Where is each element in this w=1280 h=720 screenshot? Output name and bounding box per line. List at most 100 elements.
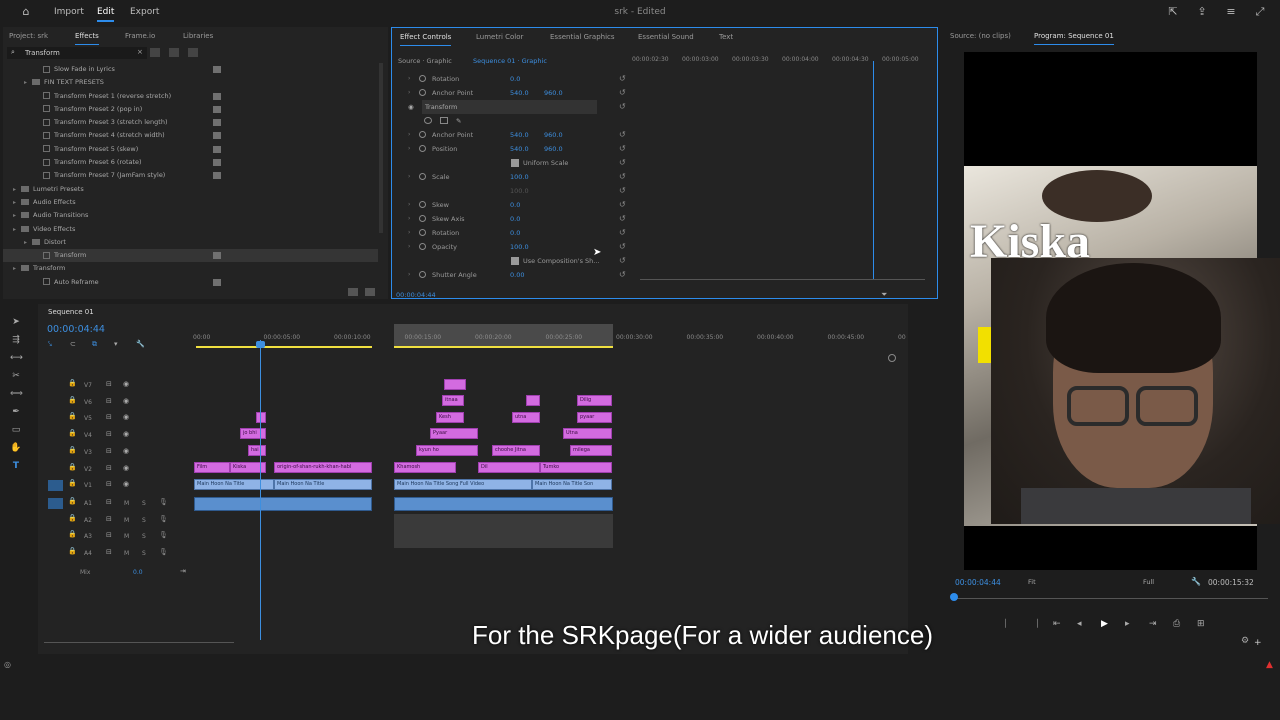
reset-icon[interactable]: ↺	[619, 86, 626, 100]
property-value[interactable]: Use Composition's Sh...	[523, 254, 600, 268]
reset-icon[interactable]: ↺	[619, 198, 626, 212]
expand-arrow-icon[interactable]: ›	[408, 170, 410, 184]
reset-icon[interactable]: ↺	[619, 128, 626, 142]
property-value-2[interactable]: 960.0	[544, 142, 563, 156]
property-value[interactable]: 0.00	[510, 268, 524, 282]
ec-property-row[interactable]: › Scale 100.0 ↺	[392, 170, 632, 184]
tab-effects[interactable]: Effects	[75, 32, 99, 45]
tree-item[interactable]: Auto Reframe	[3, 276, 378, 289]
step-back-icon[interactable]: ◂	[1077, 619, 1082, 629]
pen-mask-icon[interactable]: ✎	[456, 114, 461, 128]
program-playhead[interactable]	[950, 593, 958, 601]
timeline-clip[interactable]: Tumko	[540, 462, 612, 473]
menu-icon[interactable]: ≡	[1225, 6, 1237, 18]
ec-property-row[interactable]: Uniform Scale ↺	[392, 156, 632, 170]
reset-icon[interactable]: ↺	[619, 184, 626, 198]
ec-property-row[interactable]: ◉ Transform ↺	[392, 100, 632, 114]
timeline-clip[interactable]: Dilig	[577, 395, 612, 406]
add-button-icon[interactable]: +	[1254, 638, 1262, 648]
tree-item[interactable]: ▸ Audio Transitions	[3, 209, 378, 222]
program-scrub-bar[interactable]	[953, 598, 1268, 606]
timeline-clip[interactable]: Film	[194, 462, 230, 473]
tab-effect-controls[interactable]: Effect Controls	[400, 33, 452, 46]
rectangle-tool-icon[interactable]: ▭	[10, 424, 22, 436]
track-select-icon[interactable]: ⇶	[10, 334, 22, 346]
stopwatch-icon[interactable]	[419, 89, 426, 96]
scrollbar[interactable]	[379, 63, 383, 233]
property-value[interactable]: 100.0	[510, 184, 529, 198]
timeline-clip[interactable]	[194, 497, 372, 511]
rect-mask-icon[interactable]	[440, 117, 448, 124]
trash-icon[interactable]	[365, 288, 375, 296]
visibility-icon[interactable]: ◉	[408, 100, 414, 114]
timeline-clip[interactable]: Main Hoon Na Title	[194, 479, 274, 490]
expand-arrow-icon[interactable]: ›	[408, 268, 410, 282]
settings-icon[interactable]: ⚙	[1241, 636, 1249, 646]
mark-out-icon[interactable]: ⎹	[1029, 619, 1038, 629]
clear-search-icon[interactable]: ×	[137, 48, 143, 56]
property-value[interactable]: 0.0	[510, 212, 520, 226]
quality-dropdown[interactable]: Full	[1143, 578, 1154, 586]
ellipse-mask-icon[interactable]	[424, 117, 432, 124]
tab-source[interactable]: Source: (no clips)	[950, 32, 1011, 40]
reset-icon[interactable]: ↺	[619, 212, 626, 226]
timeline-clip[interactable]: itnaa	[442, 395, 464, 406]
expand-arrow-icon[interactable]: ›	[408, 86, 410, 100]
selection-tool-icon[interactable]: ➤	[10, 316, 22, 328]
accelerated-filter-icon[interactable]	[150, 48, 160, 57]
timeline-clip[interactable]: Main Hoon Na Title Son	[532, 479, 612, 490]
go-to-out-icon[interactable]: ⇥	[1149, 619, 1157, 629]
button-editor-icon[interactable]: ⊞	[1197, 619, 1205, 629]
tree-item[interactable]: ▸ Video Effects	[3, 223, 378, 236]
ec-property-row[interactable]: › Rotation 0.0 ↺	[392, 72, 632, 86]
ec-playhead[interactable]	[873, 61, 874, 279]
reset-icon[interactable]: ↺	[619, 170, 626, 184]
property-value[interactable]: 0.0	[510, 226, 520, 240]
reset-icon[interactable]: ↺	[619, 156, 626, 170]
timeline-clip[interactable]	[444, 379, 466, 390]
export-frame-icon[interactable]: ⎙	[1173, 619, 1180, 629]
timeline-clip[interactable]: Dil	[478, 462, 540, 473]
ec-property-row[interactable]: ✎	[392, 114, 632, 128]
tab-frameio[interactable]: Frame.io	[125, 32, 155, 40]
filter-icon[interactable]: ⏷	[881, 290, 887, 300]
reset-icon[interactable]: ↺	[619, 226, 626, 240]
tree-item[interactable]: ▸ Lumetri Presets	[3, 183, 378, 196]
stopwatch-icon[interactable]	[419, 131, 426, 138]
tree-item[interactable]: Slow Fade in Lyrics	[3, 63, 378, 76]
tree-item[interactable]: ▸ FIN TEXT PRESETS	[3, 76, 378, 89]
timeline-clip[interactable]: Main Hoon Na Title	[274, 479, 372, 490]
tab-lumetri-color[interactable]: Lumetri Color	[476, 33, 523, 41]
reset-icon[interactable]: ↺	[619, 72, 626, 86]
yuv-filter-icon[interactable]	[188, 48, 198, 57]
checkbox[interactable]	[511, 159, 519, 167]
hand-tool-icon[interactable]: ✋	[10, 442, 22, 454]
share-icon[interactable]: ⇪	[1196, 6, 1208, 18]
step-forward-icon[interactable]: ▸	[1125, 619, 1130, 629]
property-value[interactable]: 0.0	[510, 198, 520, 212]
sequence-selector[interactable]: Sequence 01 · Graphic	[473, 57, 547, 65]
ec-time-ruler[interactable]: 00:00:02:30 00:00:03:00 00:00:03:30 00:00:0…	[632, 56, 932, 66]
stopwatch-icon[interactable]	[419, 201, 426, 208]
tree-item[interactable]: Transform Preset 4 (stretch width)	[3, 129, 378, 142]
property-value-2[interactable]: 960.0	[544, 128, 563, 142]
timeline-zoom-bar[interactable]	[44, 642, 234, 643]
expand-arrow-icon[interactable]: ›	[408, 128, 410, 142]
ec-property-row[interactable]: › Skew 0.0 ↺	[392, 198, 632, 212]
tab-libraries[interactable]: Libraries	[183, 32, 213, 40]
expand-arrow-icon[interactable]: ›	[408, 142, 410, 156]
timeline-clip[interactable]	[394, 497, 613, 511]
tree-item[interactable]: Transform Preset 5 (skew)	[3, 143, 378, 156]
ec-property-row[interactable]: › Anchor Point 540.0 960.0 ↺	[392, 86, 632, 100]
playhead-handle[interactable]	[256, 341, 265, 348]
tree-item[interactable]: ▸ Distort	[3, 236, 378, 249]
property-value[interactable]: 100.0	[510, 240, 529, 254]
tree-item[interactable]: Transform Preset 3 (stretch length)	[3, 116, 378, 129]
ec-property-row[interactable]: › Anchor Point 540.0 960.0 ↺	[392, 128, 632, 142]
ec-property-row[interactable]: › Shutter Angle 0.00 ↺	[392, 268, 632, 282]
timeline-clip[interactable]: jo bhi	[240, 428, 266, 439]
stopwatch-icon[interactable]	[419, 229, 426, 236]
timeline-clip[interactable]: utna	[512, 412, 540, 423]
property-value[interactable]: Uniform Scale	[523, 156, 568, 170]
razor-tool-icon[interactable]: ✂	[10, 370, 22, 382]
